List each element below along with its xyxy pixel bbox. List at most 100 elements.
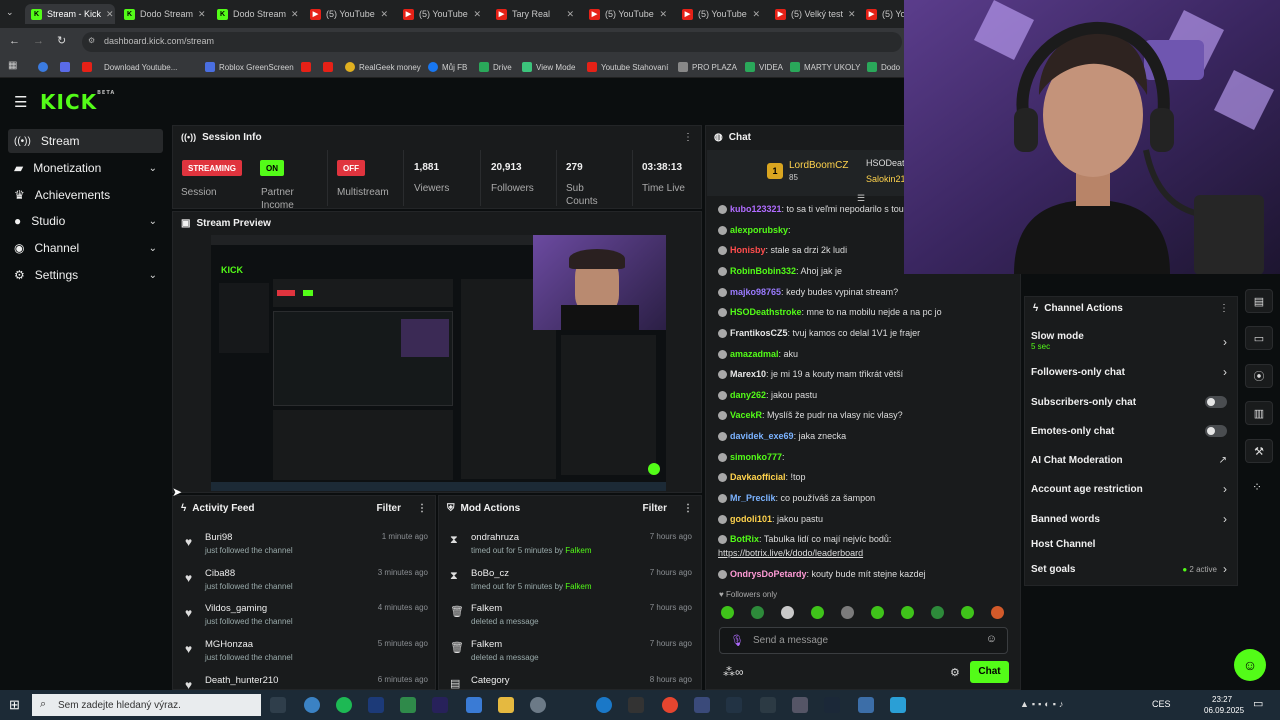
apps-grid-icon[interactable]: ▦ bbox=[8, 60, 17, 71]
tab-youtube-3[interactable]: ▶ (5) YouTube ✕ bbox=[583, 4, 673, 24]
emote-icon[interactable] bbox=[991, 606, 1004, 619]
reload-icon[interactable]: ↻ bbox=[57, 34, 66, 47]
back-arrow-icon[interactable]: ← bbox=[9, 35, 20, 47]
chat-link[interactable]: https://botrix.live/k/dodo/leaderboard bbox=[718, 548, 863, 558]
close-icon[interactable]: ✕ bbox=[659, 9, 667, 20]
subscribers-only-action[interactable]: Subscribers-only chat bbox=[1031, 395, 1227, 409]
sidebar-item-studio[interactable]: ● Studio ⌄ bbox=[8, 209, 163, 233]
app-icon[interactable] bbox=[694, 697, 710, 713]
tab-youtube-4[interactable]: ▶ (5) YouTube ✕ bbox=[676, 4, 766, 24]
list-item[interactable]: 🗑 Falkem deleted a message 7 hours ago bbox=[446, 639, 696, 673]
youtube-icon[interactable] bbox=[301, 62, 311, 72]
multistream-badge[interactable]: OFF bbox=[337, 160, 365, 176]
bookmark-view-mode[interactable]: View Mode bbox=[522, 60, 575, 74]
bookmark-videa[interactable]: VIDEA bbox=[745, 60, 783, 74]
close-icon[interactable]: ✕ bbox=[106, 9, 114, 20]
list-item[interactable]: ♥ Ciba88 just followed the channel 3 min… bbox=[182, 568, 436, 602]
bookmark-icon[interactable] bbox=[60, 62, 70, 72]
tab-youtube[interactable]: ▶ (5) YouTube ✕ bbox=[304, 4, 394, 24]
chat-username[interactable]: majko98765 bbox=[730, 287, 781, 297]
partner-income-badge[interactable]: ON bbox=[260, 160, 284, 176]
emote-icon[interactable] bbox=[901, 606, 914, 619]
bookmark-youtube-stahovani[interactable]: Youtube Stahovaní bbox=[587, 60, 668, 74]
sidebar-item-monetization[interactable]: ▰ Monetization ⌄ bbox=[8, 156, 163, 180]
chat-username[interactable]: FrantikosCZ5 bbox=[730, 328, 788, 338]
tray-icons[interactable]: ▲▪▪◐▪♪ bbox=[1020, 699, 1066, 709]
tab-velky-test[interactable]: ▶ (5) Velký test ✕ bbox=[769, 4, 859, 24]
chat-username[interactable]: RobinBobin332 bbox=[730, 266, 796, 276]
chat-input[interactable]: 🎙 Send a message ☺ bbox=[719, 627, 1008, 654]
app-icon[interactable] bbox=[400, 697, 416, 713]
chat-username[interactable]: davidek_exe69 bbox=[730, 431, 794, 441]
mod-target-name[interactable]: ondrahruza bbox=[471, 532, 519, 543]
tab-dodo-stream[interactable]: K Dodo Stream ✕ bbox=[118, 4, 208, 24]
more-options-icon[interactable]: ⋮ bbox=[683, 503, 693, 514]
edge-icon[interactable] bbox=[596, 697, 612, 713]
close-icon[interactable]: ✕ bbox=[473, 9, 481, 20]
close-icon[interactable]: ✕ bbox=[198, 9, 206, 20]
tab-youtube-2[interactable]: ▶ (5) YouTube ✕ bbox=[397, 4, 487, 24]
task-view-icon[interactable] bbox=[270, 697, 286, 713]
app-icon[interactable] bbox=[726, 697, 742, 713]
sidebar-item-settings[interactable]: ⚙ Settings ⌄ bbox=[8, 263, 163, 287]
support-chat-icon[interactable]: ☺ bbox=[1234, 649, 1266, 681]
apps-icon[interactable]: ⁘ bbox=[1252, 480, 1262, 494]
app-icon[interactable] bbox=[890, 697, 906, 713]
broadcast-icon[interactable]: ⦿ bbox=[1245, 364, 1273, 388]
youtube-icon[interactable] bbox=[82, 62, 92, 72]
app-icon[interactable] bbox=[304, 697, 320, 713]
bookmark-muj-fb[interactable]: Můj FB bbox=[428, 60, 467, 74]
emote-icon[interactable] bbox=[961, 606, 974, 619]
language-indicator[interactable]: CES bbox=[1152, 699, 1171, 709]
hamburger-menu-icon[interactable]: ☰ bbox=[14, 93, 27, 111]
mod-target-name[interactable]: Falkem bbox=[471, 639, 502, 650]
sidebar-item-channel[interactable]: ◉ Channel ⌄ bbox=[8, 236, 163, 260]
emote-icon[interactable] bbox=[931, 606, 944, 619]
host-channel-action[interactable]: Host Channel bbox=[1031, 537, 1227, 551]
moderator-name[interactable]: Falkem bbox=[565, 582, 591, 591]
app-icon[interactable] bbox=[530, 697, 546, 713]
list-item[interactable]: ⧗ ondrahruza timed out for 5 minutes by … bbox=[446, 532, 696, 566]
premiere-icon[interactable] bbox=[432, 697, 448, 713]
chat-username[interactable]: amazadmal bbox=[730, 349, 779, 359]
app-icon[interactable] bbox=[858, 697, 874, 713]
more-options-icon[interactable]: ⋮ bbox=[417, 503, 427, 514]
follower-name[interactable]: Buri98 bbox=[205, 532, 232, 543]
kick-logo[interactable]: KICKBETA bbox=[40, 90, 115, 114]
points-icon[interactable]: ⁂∞ bbox=[723, 665, 744, 679]
site-info-icon[interactable]: ⚙ bbox=[88, 36, 95, 45]
app-icon[interactable] bbox=[760, 697, 776, 713]
tab-youtube-5[interactable]: ▶ (5) You bbox=[860, 4, 904, 24]
mod-target-name[interactable]: BoBo_cz bbox=[471, 568, 509, 579]
chat-username[interactable]: HSODeathstroke bbox=[730, 307, 802, 317]
close-icon[interactable]: ✕ bbox=[752, 9, 760, 20]
chrome-icon[interactable] bbox=[662, 697, 678, 713]
chat-settings-gear-icon[interactable]: ⚙ bbox=[950, 666, 960, 679]
moderator-name[interactable]: Falkem bbox=[565, 546, 591, 555]
followers-only-action[interactable]: Followers-only chat › bbox=[1031, 365, 1227, 379]
follower-name[interactable]: Vildos_gaming bbox=[205, 603, 267, 614]
epic-games-icon[interactable] bbox=[628, 697, 644, 713]
sidebar-item-achievements[interactable]: ♛ Achievements bbox=[8, 183, 163, 207]
list-item[interactable]: ▤ Category 8 hours ago bbox=[446, 675, 696, 689]
mod-target-name[interactable]: Category bbox=[471, 675, 510, 686]
windows-start-icon[interactable]: ⊞ bbox=[9, 697, 20, 713]
spotify-icon[interactable] bbox=[336, 697, 352, 713]
account-age-action[interactable]: Account age restriction › bbox=[1031, 482, 1227, 496]
bookmark-marty-ukoly[interactable]: MARTY UKOLY bbox=[790, 60, 860, 74]
emoji-icon[interactable]: ☺ bbox=[986, 633, 997, 645]
list-item[interactable]: ♥ Vildos_gaming just followed the channe… bbox=[182, 603, 436, 637]
bookmark-realgeek-money[interactable]: RealGeek money bbox=[345, 60, 421, 74]
emote-icon[interactable] bbox=[841, 606, 854, 619]
chat-username[interactable]: kubo123321 bbox=[730, 204, 782, 214]
subscribers-only-toggle[interactable] bbox=[1205, 396, 1227, 408]
chat-username[interactable]: OndrysDoPetardy bbox=[730, 569, 807, 579]
url-input[interactable]: ⚙ dashboard.kick.com/stream bbox=[82, 32, 902, 52]
list-item[interactable]: ♥ Buri98 just followed the channel 1 min… bbox=[182, 532, 436, 566]
emote-icon[interactable] bbox=[721, 606, 734, 619]
stream-preview-video[interactable]: KICK bbox=[211, 235, 666, 491]
notes-icon[interactable]: ▤ bbox=[1245, 289, 1273, 313]
chat-username[interactable]: Mr_Preclik bbox=[730, 493, 776, 503]
bookmark-roblox-greenscreen[interactable]: Roblox GreenScreen bbox=[205, 60, 294, 74]
list-item[interactable]: ♥ Death_hunter210 6 minutes ago bbox=[182, 675, 436, 689]
